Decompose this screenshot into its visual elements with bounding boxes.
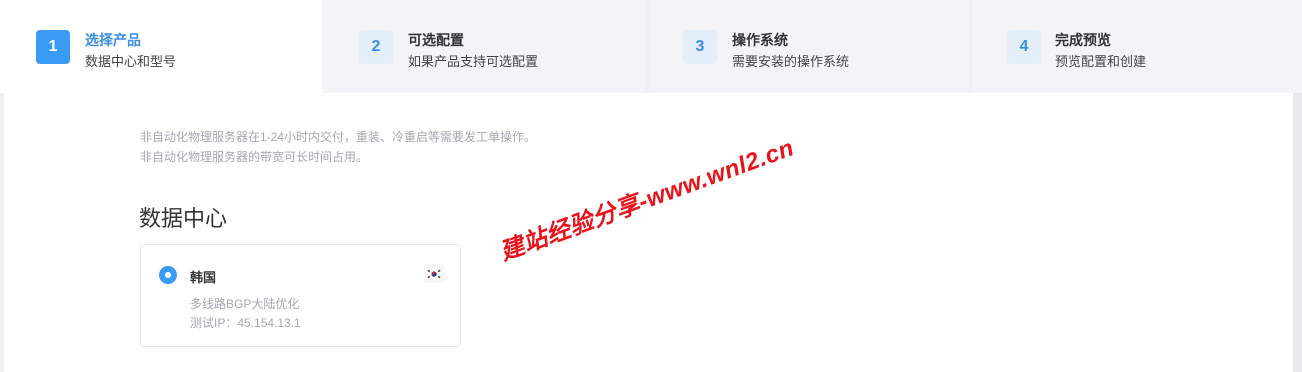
step-title: 操作系统 <box>732 32 788 48</box>
bandwidth-note: 非自动化物理服务器的带宽可长时间占用。 <box>140 150 369 164</box>
step-subtitle: 如果产品支持可选配置 <box>408 54 539 69</box>
step-number: 1 <box>36 30 70 64</box>
step-title: 完成预览 <box>1055 32 1111 48</box>
step-number: 2 <box>359 30 393 64</box>
step-operating-system[interactable]: 3 操作系统 需要安装的操作系统 <box>649 0 973 93</box>
datacenter-section-title: 数据中心 <box>139 206 228 231</box>
step-preview[interactable]: 4 完成预览 预览配置和创建 <box>973 0 1302 93</box>
step-title: 选择产品 <box>85 32 141 48</box>
step-wizard: 1 选择产品 数据中心和型号 2 可选配置 如果产品支持可选配置 3 操作系统 … <box>0 0 1302 93</box>
datacenter-name: 韩国 <box>190 270 217 285</box>
step-select-product[interactable]: 1 选择产品 数据中心和型号 <box>0 0 322 93</box>
step-number: 3 <box>683 30 717 64</box>
datacenter-network: 多线路BGP大陆优化 <box>190 297 300 311</box>
content-panel: 非自动化物理服务器在1-24小时内交付，重装、冷重启等需要发工单操作。 非自动化… <box>4 93 1293 372</box>
step-optional-config[interactable]: 2 可选配置 如果产品支持可选配置 <box>322 0 649 93</box>
radio-selected-icon[interactable] <box>159 266 177 284</box>
page-edge <box>1293 93 1302 372</box>
step-subtitle: 数据中心和型号 <box>85 54 177 69</box>
step-number: 4 <box>1007 30 1041 64</box>
datacenter-option-korea[interactable]: 韩国 多线路BGP大陆优化 测试IP：45.154.13.1 <box>140 244 461 347</box>
step-subtitle: 预览配置和创建 <box>1055 54 1147 69</box>
south-korea-flag-icon <box>424 264 444 283</box>
watermark-text: 建站经验分享-www.wnl2.cn <box>496 134 798 267</box>
step-title: 可选配置 <box>408 32 464 48</box>
delivery-note: 非自动化物理服务器在1-24小时内交付，重装、冷重启等需要发工单操作。 <box>140 130 537 144</box>
step-subtitle: 需要安装的操作系统 <box>732 54 850 69</box>
datacenter-test-ip: 测试IP：45.154.13.1 <box>190 316 301 330</box>
